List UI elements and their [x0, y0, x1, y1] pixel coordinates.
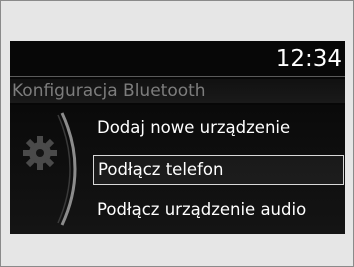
- menu-item-add-device[interactable]: Dodaj nowe urządzenie: [93, 115, 290, 141]
- scroll-arc-indicator: [57, 112, 77, 226]
- screenshot-frame: 12:34 Konfiguracja Bluetooth Dodaj nowe …: [0, 0, 354, 267]
- display-screen: 12:34 Konfiguracja Bluetooth Dodaj nowe …: [10, 41, 345, 234]
- menu-item-connect-phone[interactable]: Podłącz telefon: [93, 155, 344, 185]
- header-divider: [10, 76, 345, 77]
- page-title: Konfiguracja Bluetooth: [12, 81, 206, 101]
- menu-item-connect-audio[interactable]: Podłącz urządzenie audio: [93, 197, 306, 223]
- clock: 12:34: [275, 46, 342, 72]
